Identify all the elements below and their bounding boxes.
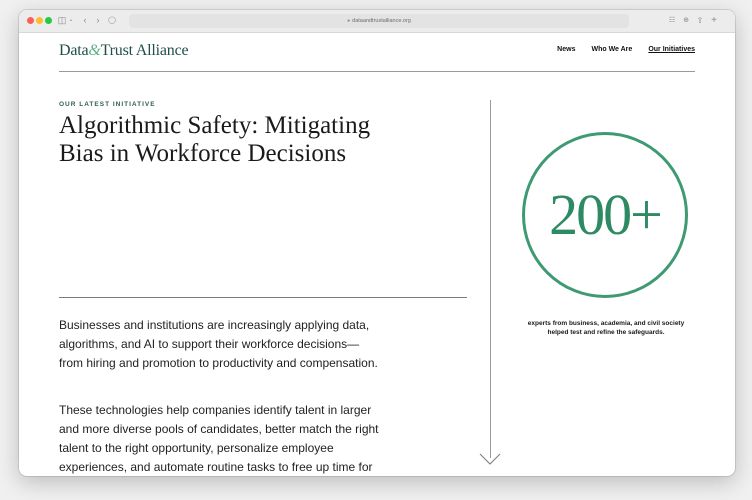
zoom-window-button[interactable] <box>45 17 52 24</box>
body-paragraph: These technologies help companies identi… <box>59 403 379 474</box>
chevron-down-icon[interactable]: ⌄ <box>68 14 74 27</box>
nav-item-news[interactable]: News <box>557 46 575 53</box>
logo-text-data: Data <box>59 42 89 59</box>
forward-icon[interactable]: › <box>94 14 102 27</box>
nav-item-who-we-are[interactable]: Who We Are <box>591 46 632 53</box>
browser-toolbar: ◫ ⌄ ‹ › ◯ ● dataandtrustalliance.org ☷ ⊕ … <box>19 10 735 33</box>
site-logo[interactable]: Data&Trust Alliance <box>59 42 189 60</box>
scroll-down-chevron-icon[interactable] <box>478 453 502 465</box>
close-window-button[interactable] <box>27 17 34 24</box>
nav-item-our-initiatives[interactable]: Our Initiatives <box>648 46 695 53</box>
section-eyebrow: OUR LATEST INITIATIVE <box>59 101 156 108</box>
browser-window: ◫ ⌄ ‹ › ◯ ● dataandtrustalliance.org ☷ ⊕ … <box>19 10 735 476</box>
share-icon[interactable]: ⇧ <box>696 14 704 27</box>
header-divider <box>59 71 695 72</box>
url-text: dataandtrustalliance.org <box>352 18 411 24</box>
download-icon[interactable]: ⊕ <box>682 14 690 27</box>
minimize-window-button[interactable] <box>36 17 43 24</box>
intro-paragraph: Businesses and institutions are increasi… <box>59 318 378 370</box>
page-title: Algorithmic Safety: Mitigating Bias in W… <box>59 112 371 167</box>
stat-number: 200+ <box>549 182 663 247</box>
vertical-divider <box>490 100 491 458</box>
content-divider <box>59 297 467 298</box>
new-tab-icon[interactable]: + <box>710 14 718 27</box>
back-icon[interactable]: ‹ <box>81 14 89 27</box>
logo-ampersand: & <box>88 42 101 59</box>
sidebar-toggle-icon[interactable]: ◫ <box>57 14 67 27</box>
shield-icon[interactable]: ◯ <box>108 14 116 27</box>
lock-icon: ● <box>347 18 351 24</box>
translate-icon[interactable]: ☷ <box>667 14 677 27</box>
address-bar[interactable]: ● dataandtrustalliance.org <box>129 14 629 28</box>
main-nav: News Who We Are Our Initiatives <box>557 46 695 53</box>
stat-caption: experts from business, academia, and civ… <box>527 320 685 336</box>
logo-text-trust-alliance: Trust Alliance <box>100 42 189 59</box>
